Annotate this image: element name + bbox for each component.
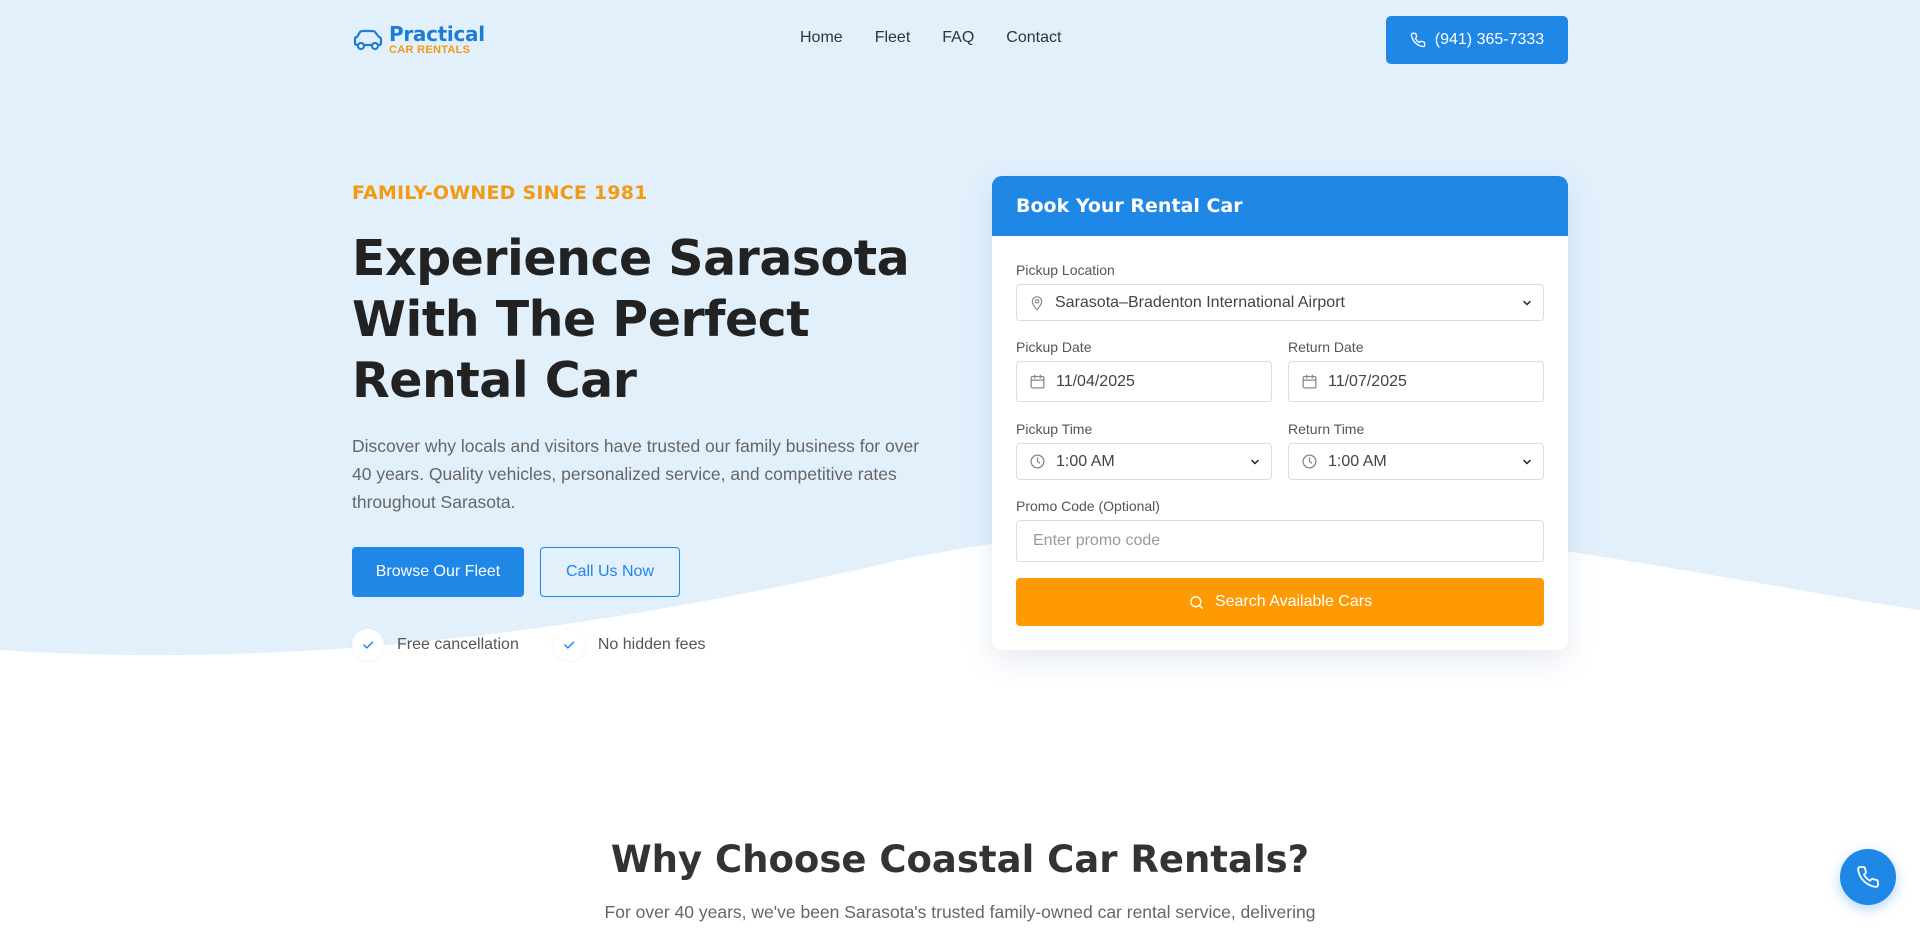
return-time-value: 1:00 AM (1328, 452, 1387, 470)
chevron-down-icon (1521, 456, 1533, 468)
return-date-label: Return Date (1288, 339, 1364, 355)
hero-subtext: Discover why locals and visitors have tr… (352, 436, 920, 512)
brand-name: Practical (389, 22, 485, 46)
why-section-title: Why Choose Coastal Car Rentals? (610, 838, 1310, 881)
hero-cta-row: Browse Our Fleet Call Us Now (352, 547, 932, 597)
brand-logo[interactable]: Practical CAR RENTALS (352, 24, 485, 56)
feature-item: No hidden fees (552, 629, 706, 661)
chevron-down-icon (1521, 297, 1533, 309)
calendar-icon (1301, 373, 1318, 390)
search-cars-label: Search Available Cars (1214, 593, 1373, 610)
search-icon (1190, 595, 1203, 609)
phone-number: (941) 365-7333 (1434, 31, 1545, 48)
floating-call-button[interactable] (1840, 849, 1896, 905)
pickup-time-select[interactable]: 1:00 AM (1016, 443, 1272, 480)
phone-icon (1857, 866, 1879, 888)
hero-content: FAMILY-OWNED SINCE 1981 Experience Saras… (352, 182, 932, 661)
nav-links: Home Fleet FAQ Contact (800, 29, 1061, 47)
feature-label: Free cancellation (397, 636, 519, 653)
booking-card: Book Your Rental Car Pickup Location Sar… (992, 176, 1568, 650)
hero-wave (0, 524, 1920, 720)
pickup-date-value: 11/04/2025 (1056, 372, 1135, 390)
return-date-value: 11/07/2025 (1328, 372, 1407, 390)
return-time-label: Return Time (1288, 421, 1365, 437)
phone-button[interactable]: (941) 365-7333 (1386, 16, 1568, 64)
browse-fleet-button[interactable]: Browse Our Fleet (352, 547, 524, 597)
pickup-time-value: 1:00 AM (1056, 452, 1115, 470)
hero-headline: Experience Sarasota With The Perfect Ren… (352, 230, 910, 409)
clock-icon (1029, 453, 1046, 470)
return-date-input[interactable]: 11/07/2025 (1288, 361, 1544, 402)
check-icon (552, 629, 585, 661)
top-navigation: Practical CAR RENTALS Home Fleet FAQ Con… (352, 16, 1568, 64)
pickup-time-label: Pickup Time (1016, 421, 1093, 437)
feature-item: Free cancellation (352, 629, 519, 661)
clock-icon (1301, 453, 1318, 470)
pickup-location-value: Sarasota–Bradenton International Airport (1055, 293, 1345, 311)
why-section-subtitle: For over 40 years, we've been Sarasota's… (604, 902, 1316, 922)
nav-link-home[interactable]: Home (800, 29, 843, 47)
promo-code-placeholder: Enter promo code (1033, 532, 1161, 549)
return-time-select[interactable]: 1:00 AM (1288, 443, 1544, 480)
pickup-date-input[interactable]: 11/04/2025 (1016, 361, 1272, 402)
chevron-down-icon (1249, 456, 1261, 468)
map-pin-icon (1029, 295, 1045, 311)
booking-card-title: Book Your Rental Car (992, 176, 1568, 236)
feature-label: No hidden fees (597, 636, 706, 653)
car-icon (353, 29, 383, 51)
pickup-location-label: Pickup Location (1016, 262, 1115, 278)
hero-eyebrow: FAMILY-OWNED SINCE 1981 (352, 182, 648, 204)
hero-features: Free cancellation No hidden fees (352, 629, 932, 661)
pickup-location-select[interactable]: Sarasota–Bradenton International Airport (1016, 284, 1544, 321)
search-cars-button[interactable]: Search Available Cars (1016, 578, 1544, 626)
pickup-date-label: Pickup Date (1016, 339, 1092, 355)
brand-tagline: CAR RENTALS (389, 44, 471, 56)
nav-link-fleet[interactable]: Fleet (875, 29, 911, 47)
promo-code-label: Promo Code (Optional) (1016, 498, 1160, 514)
phone-icon (1410, 32, 1426, 48)
promo-code-input[interactable]: Enter promo code (1016, 520, 1544, 562)
nav-link-faq[interactable]: FAQ (942, 29, 974, 47)
calendar-icon (1029, 373, 1046, 390)
nav-link-contact[interactable]: Contact (1006, 29, 1061, 47)
call-us-button[interactable]: Call Us Now (540, 547, 680, 597)
check-icon (352, 629, 384, 661)
